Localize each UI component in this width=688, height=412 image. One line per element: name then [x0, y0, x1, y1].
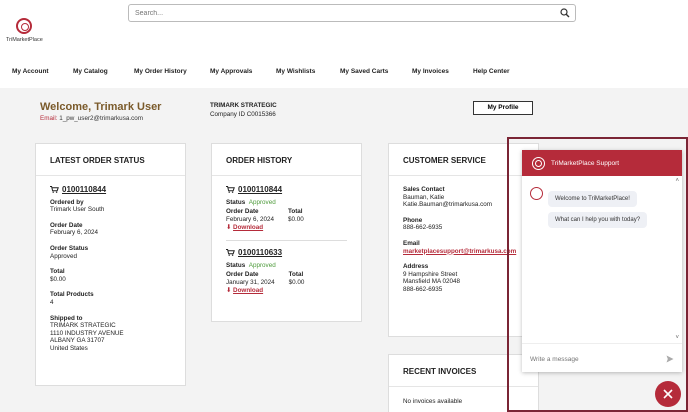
nav-my-approvals[interactable]: My Approvals: [210, 68, 252, 75]
my-profile-button[interactable]: My Profile: [473, 101, 533, 115]
cart-icon: [50, 186, 59, 193]
chevron-up-icon[interactable]: ˄: [675, 178, 679, 184]
latest-order-card: LATEST ORDER STATUS 0100110844 Ordered b…: [35, 143, 186, 386]
site-header: TriMarketPlace My Account My Catalog My …: [0, 0, 688, 88]
nav-my-wishlists[interactable]: My Wishlists: [276, 68, 315, 75]
chat-messages[interactable]: ˄ Welcome to TriMarketPlace! What can I …: [522, 176, 682, 344]
shipping-address-line: 1110 INDUSTRY AVENUE: [50, 329, 124, 337]
latest-order-title: LATEST ORDER STATUS: [36, 144, 185, 176]
nav-my-catalog[interactable]: My Catalog: [73, 68, 108, 75]
send-icon[interactable]: [666, 355, 674, 363]
order-date-label: Order Date: [226, 271, 259, 279]
chat-message: Welcome to TriMarketPlace!: [548, 191, 637, 207]
total-label: Total: [287, 208, 303, 216]
company-id: Company ID C0015366: [210, 111, 276, 118]
order-history-item: 0100110844 Status Approved Order Date Feb…: [226, 186, 347, 232]
logo-icon: [16, 18, 32, 34]
order-status-value: Approved: [50, 252, 77, 260]
welcome-title: Welcome, Trimark User: [40, 101, 162, 113]
total-label: Total: [50, 268, 65, 276]
status-label: Status: [226, 198, 246, 206]
latest-order-number-link[interactable]: 0100110844: [62, 185, 106, 194]
company-info: TRIMARK STRATEGIC Company ID C0015366: [210, 101, 277, 119]
chat-logo-icon: [532, 156, 545, 170]
download-icon: ⬇: [226, 224, 232, 232]
ordered-by-value: Trimark User South: [50, 206, 105, 214]
download-link[interactable]: Download: [233, 287, 263, 294]
chat-input-bar: [522, 346, 682, 372]
nav-my-invoices[interactable]: My Invoices: [412, 68, 449, 75]
total-products-label: Total Products: [50, 291, 94, 299]
chevron-down-icon[interactable]: ˅: [675, 335, 679, 341]
order-date-value: January 31, 2024: [226, 278, 275, 286]
ordered-by-label: Ordered by: [50, 198, 84, 206]
search-box: [128, 4, 576, 22]
order-status-label: Order Status: [50, 244, 89, 252]
download-icon: ⬇: [226, 287, 232, 295]
order-date-value: February 6, 2024: [226, 215, 274, 223]
total-value: $0.00: [50, 275, 66, 283]
nav-my-order-history[interactable]: My Order History: [134, 68, 187, 75]
chat-message-input[interactable]: [522, 346, 652, 372]
total-products-value: 4: [50, 298, 54, 306]
order-number-link[interactable]: 0100110633: [238, 248, 282, 257]
close-chat-button[interactable]: [655, 381, 681, 407]
shipping-address-line: TRIMARK STRATEGIC: [50, 322, 116, 330]
order-date-value: February 6, 2024: [50, 229, 98, 237]
email-label: Email:: [40, 115, 58, 122]
main-nav: My Account My Catalog My Order History M…: [0, 68, 688, 80]
logo-text: TriMarketPlace: [6, 37, 43, 43]
order-history-item: 0100110633 Status Approved Order Date Jan…: [226, 248, 347, 295]
total-label: Total: [288, 271, 304, 279]
trimarketplace-logo[interactable]: TriMarketPlace: [6, 18, 43, 48]
order-date-label: Order Date: [226, 208, 259, 216]
user-email: 1_pw_user2@trimarkusa.com: [59, 115, 143, 122]
shipping-address-line: United States: [50, 344, 88, 352]
nav-my-saved-carts[interactable]: My Saved Carts: [340, 68, 388, 75]
close-icon: [663, 389, 673, 399]
support-chat-window: TriMarketPlace Support ˄ Welcome to TriM…: [522, 150, 682, 372]
chat-message: What can I help you with today?: [548, 212, 648, 228]
status-value: Approved: [248, 198, 276, 206]
shipping-address-line: ALBANY GA 31707: [50, 337, 105, 345]
total-value: $0.00: [288, 278, 305, 286]
total-value: $0.00: [287, 215, 304, 223]
status-label: Status: [226, 261, 246, 269]
search-input[interactable]: [129, 5, 549, 21]
chat-title: TriMarketPlace Support: [551, 159, 620, 167]
download-link[interactable]: Download: [233, 224, 263, 231]
cart-icon: [226, 248, 235, 256]
user-email-line: Email: 1_pw_user2@trimarkusa.com: [40, 115, 143, 122]
shipped-to-label: Shipped to: [50, 314, 83, 322]
no-invoices-text: No invoices available: [403, 398, 463, 405]
chat-header: TriMarketPlace Support: [522, 150, 682, 176]
nav-my-account[interactable]: My Account: [12, 68, 49, 75]
order-history-title: ORDER HISTORY: [212, 144, 361, 176]
order-date-label: Order Date: [50, 221, 83, 229]
search-icon[interactable]: [560, 8, 570, 18]
status-value: Approved: [248, 261, 276, 269]
cart-icon: [226, 186, 235, 193]
company-name: TRIMARK STRATEGIC: [210, 102, 277, 109]
bot-avatar-icon: [530, 187, 543, 200]
order-history-card: ORDER HISTORY 0100110844 Status Approved…: [211, 143, 362, 322]
nav-help-center[interactable]: Help Center: [473, 68, 509, 75]
divider: [226, 239, 347, 241]
order-number-link[interactable]: 0100110844: [238, 185, 282, 194]
